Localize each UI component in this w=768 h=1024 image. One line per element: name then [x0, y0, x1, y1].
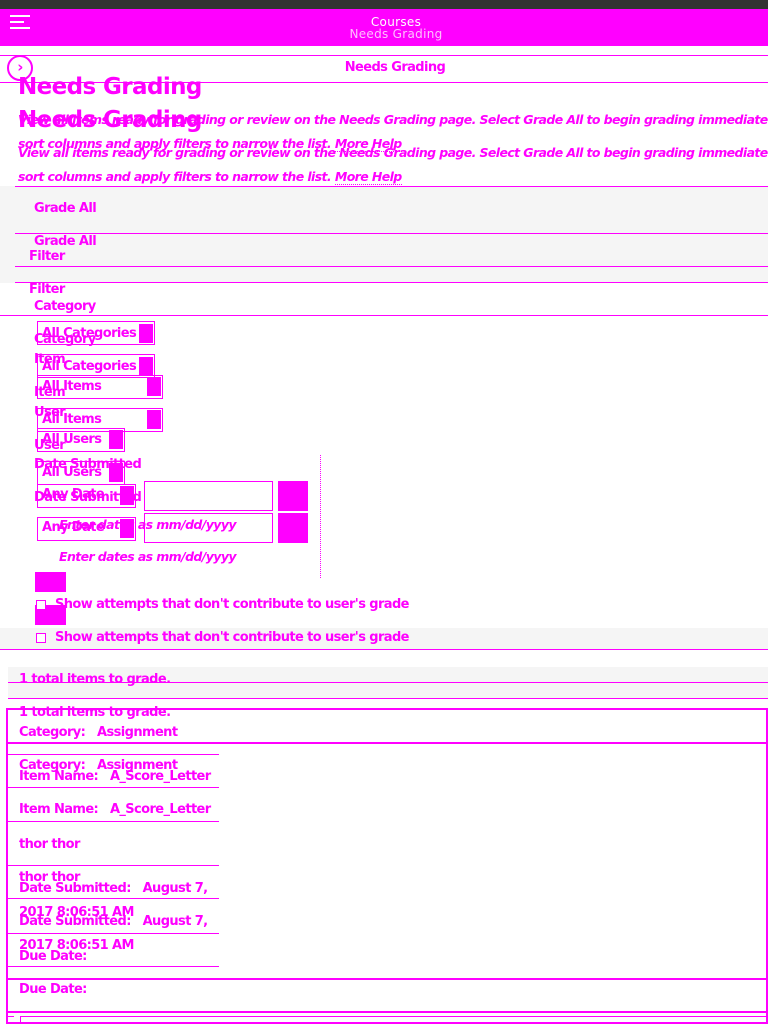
divider	[8, 742, 768, 744]
divider	[0, 55, 768, 56]
total-items-text: 1 total items to grade.	[19, 672, 171, 687]
filter-title[interactable]: Filter	[29, 249, 65, 264]
date-select-value: Any Date	[42, 487, 105, 502]
user-label: User	[34, 405, 66, 420]
item-name-cell[interactable]: Item Name: A_Score_Letter	[19, 802, 211, 817]
item-name-cell[interactable]: Item Name: A_Score_Letter	[19, 769, 211, 784]
date-submitted-cell-label: Date Submitted:	[19, 914, 131, 929]
chevron-down-icon	[147, 410, 161, 429]
page-title: Needs Grading	[18, 74, 202, 100]
divider	[8, 978, 768, 980]
description-line: sort columns and apply filters to narrow…	[18, 169, 332, 184]
grade-all-panel	[0, 186, 768, 283]
category-cell-value: Assignment	[97, 725, 178, 740]
system-top-strip	[0, 0, 768, 9]
cell-divider	[8, 966, 219, 967]
page-description: sort columns and apply filters to narrow…	[18, 169, 402, 185]
filter-title[interactable]: Filter	[29, 282, 65, 297]
divider	[15, 233, 768, 234]
due-date-cell: Due Date:	[19, 982, 87, 997]
date-submitted-label: Date Submitted	[34, 457, 142, 472]
show-attempts-label: Show attempts that don't contribute to u…	[55, 597, 409, 612]
chevron-down-icon	[139, 324, 153, 343]
divider	[15, 186, 768, 187]
category-label: Category	[34, 299, 96, 314]
page-description: View all items ready for grading or revi…	[18, 145, 768, 160]
show-attempts-label: Show attempts that don't contribute to u…	[55, 630, 409, 645]
calendar-icon[interactable]	[278, 513, 308, 543]
date-submitted-cell: Date Submitted: August 7,	[19, 881, 208, 896]
item-select-value: All Items	[42, 379, 102, 394]
go-button[interactable]	[35, 572, 66, 592]
divider	[8, 1016, 14, 1017]
item-name-value[interactable]: A_Score_Letter	[110, 769, 211, 784]
chevron-down-icon	[139, 357, 153, 376]
divider	[8, 698, 768, 699]
category-cell: Category: Assignment	[19, 725, 178, 740]
table-footer-bar	[20, 1016, 768, 1024]
results-table	[6, 708, 768, 1024]
user-cell: thor thor	[19, 837, 80, 852]
item-label: Item	[34, 352, 66, 367]
breadcrumb[interactable]: Needs Grading	[0, 60, 768, 75]
user-select-value: All Users	[42, 432, 102, 447]
divider	[8, 682, 768, 683]
date-hint: Enter dates as mm/dd/yyyy	[59, 549, 237, 564]
due-date-cell: Due Date:	[19, 949, 87, 964]
category-cell-label: Category:	[19, 725, 86, 740]
date-input[interactable]	[144, 481, 273, 511]
grade-all-button[interactable]: Grade All	[34, 201, 97, 216]
date-hint: Enter dates as mm/dd/yyyy	[59, 517, 237, 532]
calendar-icon[interactable]	[278, 481, 308, 511]
cell-divider	[8, 787, 219, 788]
item-name-label: Item Name:	[19, 802, 99, 817]
date-submitted-cell-label: Date Submitted:	[19, 881, 131, 896]
divider	[15, 266, 768, 267]
chevron-down-icon	[109, 430, 123, 449]
cell-divider	[8, 754, 219, 755]
category-select-value: All Categories	[42, 326, 137, 341]
description-line: View all items ready for grading or revi…	[18, 145, 768, 160]
cell-divider	[8, 898, 219, 899]
header-subtitle: Needs Grading	[349, 27, 443, 41]
item-name-value[interactable]: A_Score_Letter	[110, 802, 211, 817]
filter-column-divider	[320, 455, 321, 578]
divider	[8, 1011, 768, 1013]
show-attempts-checkbox[interactable]	[36, 600, 46, 610]
description-line: View all items ready for grading or revi…	[18, 112, 768, 127]
item-name-label: Item Name:	[19, 769, 99, 784]
date-submitted-cell: Date Submitted: August 7,	[19, 914, 208, 929]
divider	[15, 282, 768, 283]
cell-divider	[8, 821, 219, 822]
show-attempts-checkbox[interactable]	[36, 633, 46, 643]
chevron-down-icon	[147, 377, 161, 396]
cell-divider	[8, 865, 219, 866]
grade-all-button[interactable]: Grade All	[34, 234, 97, 249]
page-description: View all items ready for grading or revi…	[18, 112, 768, 127]
divider	[0, 649, 768, 650]
date-submitted-cell-value: August 7,	[142, 881, 209, 896]
divider	[0, 315, 768, 316]
more-help-link[interactable]: More Help	[334, 169, 402, 185]
date-submitted-cell-value: August 7,	[142, 914, 209, 929]
cell-divider	[8, 933, 219, 934]
chevron-down-icon	[120, 486, 134, 505]
